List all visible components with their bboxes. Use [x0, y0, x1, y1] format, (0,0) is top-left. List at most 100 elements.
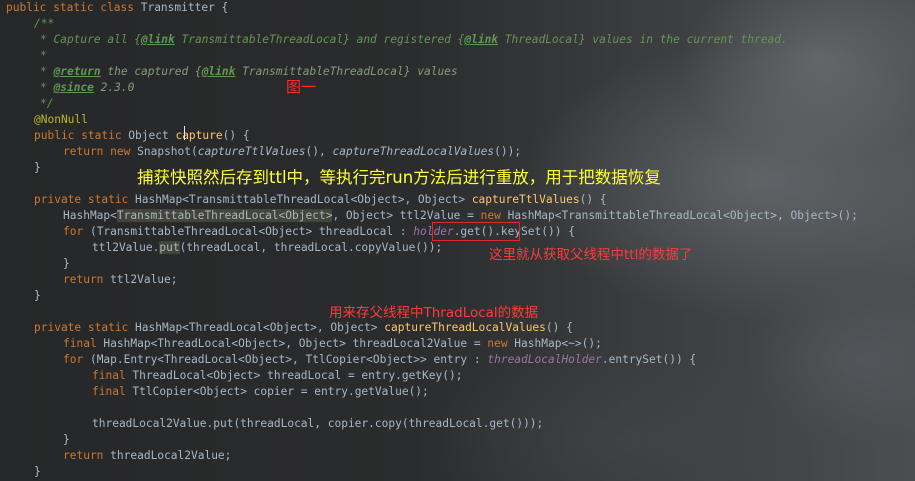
code-text: () {	[579, 193, 607, 206]
code-text: HashMap<~>();	[507, 337, 602, 350]
code-text: HashMap<TransmittableThreadLocal<Object>…	[500, 209, 858, 222]
method-call[interactable]: put	[159, 241, 180, 254]
doc-comment: TransmittableThreadLocal} values	[235, 65, 458, 78]
keyword: public static	[34, 129, 122, 142]
keyword: for	[63, 353, 84, 366]
code-text: ttl2Value.	[92, 241, 160, 254]
code-line-22: final ThreadLocal<Object> threadLocal = …	[92, 368, 462, 384]
javadoc-tag[interactable]: @link	[464, 33, 498, 46]
doc-comment: TransmittableThreadLocal} and registered…	[174, 33, 465, 46]
code-text: (threadLocal, threadLocal.copyValue());	[179, 241, 443, 254]
doc-comment: /**	[34, 17, 55, 30]
annotation[interactable]: @NonNull	[34, 113, 88, 126]
keyword: final	[63, 337, 97, 350]
code-text: (Map.Entry<ThreadLocal<Object>, TtlCopie…	[83, 353, 488, 366]
code-text: (),	[305, 145, 333, 158]
code-text: HashMap<	[63, 209, 117, 222]
code-text: }	[34, 161, 41, 174]
code-line-25: threadLocal2Value.put(threadLocal, copie…	[92, 416, 543, 432]
code-text: () {	[545, 321, 573, 334]
code-line-1: public static class Transmitter {	[6, 0, 228, 16]
code-line-20: final HashMap<ThreadLocal<Object>, Objec…	[63, 336, 602, 352]
keyword: public static class	[6, 1, 134, 14]
code-line-5: * @return the captured {@link Transmitta…	[40, 65, 458, 78]
javadoc-tag: @return	[53, 65, 101, 78]
code-text: ());	[494, 145, 522, 158]
keyword: return	[63, 145, 104, 158]
code-line-16: }	[63, 256, 70, 272]
code-text: HashMap<ThreadLocal<Object>, Object> thr…	[96, 337, 488, 350]
highlight-box	[432, 222, 520, 241]
javadoc-tag[interactable]: @link	[202, 65, 236, 78]
code-text: threadLocal2Value.put(threadLocal, copie…	[92, 417, 544, 430]
javadoc-tag: @since	[53, 81, 94, 94]
code-line-26: }	[63, 432, 70, 448]
code-text: .entrySet()) {	[601, 353, 697, 366]
javadoc-tag[interactable]: @link	[141, 33, 175, 46]
static-field[interactable]: threadLocalHolder	[487, 353, 602, 366]
doc-comment: ThreadLocal} values in the current threa…	[498, 33, 788, 46]
holder-note: 这里就从获取父线程中ttl的数据了	[489, 247, 693, 263]
method-name[interactable]: captureTtlValues	[472, 193, 580, 206]
code-text: HashMap<TransmittableThreadLocal<Object>…	[128, 193, 472, 206]
code-line-27: return threadLocal2Value;	[63, 448, 231, 464]
keyword: for	[63, 225, 84, 238]
keyword: return	[63, 273, 104, 286]
code-line-15: ttl2Value.put(threadLocal, threadLocal.c…	[92, 240, 442, 256]
keyword: return	[63, 449, 104, 462]
code-line-9: public static Object capture() {	[34, 128, 250, 144]
code-text: Transmitter {	[133, 1, 229, 14]
code-text: ttl2Value;	[103, 273, 178, 286]
code-text: HashMap<ThreadLocal<Object>, Object>	[128, 321, 385, 334]
code-line-11: }	[34, 160, 41, 176]
code-text: ThreadLocal<Object> threadLocal = entry.…	[125, 369, 463, 382]
code-line-4: *	[40, 48, 47, 64]
code-line-18: }	[34, 288, 41, 304]
method-call[interactable]: captureTtlValues	[198, 145, 306, 158]
code-line-2: /**	[34, 16, 54, 32]
code-text: Object	[121, 129, 176, 142]
code-line-17: return ttl2Value;	[63, 272, 178, 288]
keyword: new	[480, 209, 501, 222]
code-line-7: */	[40, 96, 53, 112]
doc-comment: */	[40, 97, 54, 110]
method-call[interactable]: captureThreadLocalValues	[332, 145, 494, 158]
code-text: }	[34, 289, 41, 302]
code-text: threadLocal2Value;	[103, 449, 232, 462]
code-text: }	[34, 465, 41, 478]
doc-comment: 2.3.0	[93, 81, 135, 94]
doc-comment: *	[40, 49, 47, 62]
keyword: new	[110, 145, 131, 158]
code-line-6: * @since 2.3.0	[40, 81, 135, 94]
code-text: }	[63, 433, 70, 446]
threadlocal-note: 用来存父线程中ThradLocal的数据	[329, 305, 539, 321]
keyword: final	[92, 369, 126, 382]
highlighted-type[interactable]: TransmittableThreadLocal<Object>	[116, 209, 333, 222]
keyword: private static	[34, 321, 129, 334]
code-line-28: }	[34, 464, 41, 480]
method-name[interactable]: capture	[175, 129, 222, 142]
code-line-23: final TtlCopier<Object> copier = entry.g…	[92, 384, 429, 400]
capture-note: 捕获快照然后存到ttl中，等执行完run方法后进行重放，用于把数据恢复	[137, 168, 661, 187]
code-line-3: * Capture all {@link TransmittableThread…	[40, 32, 788, 48]
code-editor[interactable]: public static class Transmitter { /** * …	[0, 0, 915, 481]
keyword: final	[92, 385, 126, 398]
doc-comment: * Capture all {	[40, 33, 142, 46]
code-line-12: private static HashMap<TransmittableThre…	[34, 192, 607, 208]
doc-comment: the captured {	[100, 65, 202, 78]
code-text: (TransmittableThreadLocal<Object> thread…	[83, 225, 414, 238]
code-line-19: private static HashMap<ThreadLocal<Objec…	[34, 320, 573, 336]
keyword: private static	[34, 193, 129, 206]
code-line-8: @NonNull	[34, 112, 88, 128]
code-text: , Object> ttl2Value =	[332, 209, 481, 222]
code-text: }	[63, 257, 70, 270]
code-text: Snapshot(	[130, 145, 198, 158]
keyword: new	[487, 337, 508, 350]
figure-label: 图一	[286, 78, 317, 96]
text-cursor	[184, 126, 185, 140]
code-text: () {	[222, 129, 250, 142]
code-line-10: return new Snapshot(captureTtlValues(), …	[63, 144, 521, 160]
method-name[interactable]: captureThreadLocalValues	[384, 321, 546, 334]
code-line-21: for (Map.Entry<ThreadLocal<Object>, TtlC…	[63, 352, 696, 368]
code-text: TtlCopier<Object> copier = entry.getValu…	[125, 385, 429, 398]
